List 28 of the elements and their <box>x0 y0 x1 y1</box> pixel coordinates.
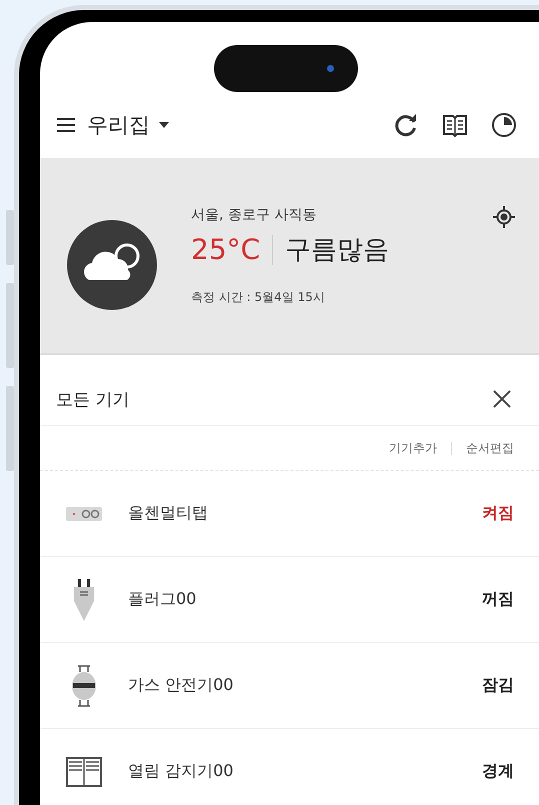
home-name[interactable]: 우리집 <box>87 111 150 139</box>
gas-valve-icon <box>71 664 97 708</box>
book-icon[interactable] <box>442 113 468 137</box>
device-name[interactable]: 열림 감지기00 <box>128 761 482 782</box>
measured-time: 측정 시간 : 5월4일 15시 <box>191 289 326 306</box>
device-name[interactable]: 가스 안전기00 <box>128 675 482 696</box>
refresh-icon[interactable] <box>393 112 419 138</box>
timer-icon[interactable] <box>491 112 517 138</box>
device-name[interactable]: 플러그00 <box>128 589 482 610</box>
power-strip-icon <box>66 506 102 520</box>
device-state[interactable]: 잠김 <box>482 675 514 696</box>
caret-icon[interactable] <box>159 122 169 128</box>
menu-icon[interactable] <box>56 117 76 133</box>
location-text: 서울, 종로구 사직동 <box>191 206 318 224</box>
device-state[interactable]: 켜짐 <box>482 503 514 524</box>
location-icon[interactable] <box>493 206 515 228</box>
device-state[interactable]: 경계 <box>482 761 514 782</box>
temperature-text: 25°C <box>191 233 260 266</box>
plug-icon <box>74 578 94 620</box>
panel-action-link[interactable]: 순서편집 <box>466 440 514 456</box>
cloud-weather-icon <box>67 220 157 310</box>
device-name[interactable]: 올첸멀티탭 <box>128 503 482 524</box>
panel-action-link[interactable]: 기기추가 <box>389 440 437 456</box>
close-icon[interactable] <box>493 390 511 408</box>
window-sensor-icon <box>66 756 102 786</box>
device-state[interactable]: 꺼짐 <box>482 589 514 610</box>
panel-title: 모든 기기 <box>56 388 130 410</box>
condition-text: 구름많음 <box>285 234 390 267</box>
